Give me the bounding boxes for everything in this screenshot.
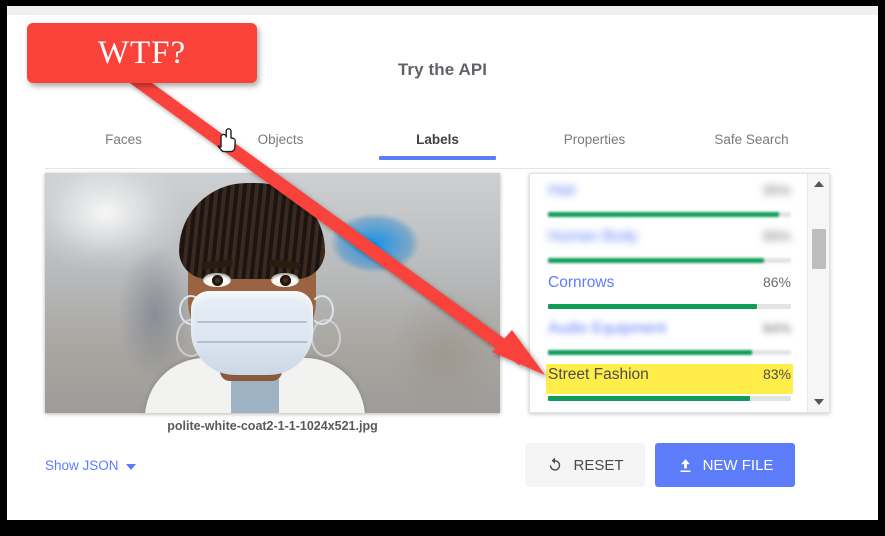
label-score: 89% <box>762 228 791 244</box>
labels-scrollbar[interactable] <box>807 174 829 412</box>
tab-labels[interactable]: Labels <box>359 123 516 160</box>
chevron-down-icon <box>125 463 136 470</box>
label-score: 86% <box>762 274 791 290</box>
analysis-content: polite-white-coat2-1-1-1024x521.jpg Hair… <box>45 173 830 433</box>
show-json-label: Show JSON <box>45 458 119 473</box>
label-name: Cornrows <box>548 274 615 291</box>
upload-icon <box>680 458 691 472</box>
photo-eye-left <box>203 273 231 287</box>
label-score: 83% <box>762 366 791 382</box>
wtf-callout: WTF? <box>27 23 257 83</box>
label-row[interactable]: Audio Equipment 84% <box>546 318 793 364</box>
label-bar-fill <box>548 304 757 309</box>
tab-safe-search[interactable]: Safe Search <box>673 123 830 159</box>
show-json-toggle[interactable]: Show JSON <box>45 458 136 473</box>
label-name: Street Fashion <box>548 366 649 383</box>
new-file-label: NEW FILE <box>702 456 774 474</box>
photo-hoop-earring-right <box>311 319 341 357</box>
label-row-text: Hair 95% <box>546 180 793 210</box>
photo-eye-right <box>271 273 299 287</box>
label-score: 84% <box>762 320 791 336</box>
tab-properties[interactable]: Properties <box>516 123 673 159</box>
label-row-text: Audio Equipment 84% <box>546 318 793 348</box>
uploaded-image-preview[interactable] <box>45 173 500 413</box>
try-the-api-page: Try the API Faces Objects Labels Propert… <box>7 15 878 520</box>
labels-list: Hair 95% Human Body 89% Cornrows 86% Aud… <box>530 174 807 412</box>
scroll-up-icon[interactable] <box>808 174 829 194</box>
label-row[interactable]: Cornrows 86% <box>546 272 793 318</box>
tab-objects-label: Objects <box>257 132 304 147</box>
label-row-highlighted[interactable]: Street Fashion 83% <box>546 364 793 410</box>
tab-objects[interactable]: Objects <box>202 123 359 159</box>
label-bar-fill <box>548 212 779 217</box>
label-bar-track <box>548 304 791 309</box>
screenshot-frame: Try the API Faces Objects Labels Propert… <box>0 0 885 536</box>
photo-mask-strap-right <box>310 295 334 325</box>
label-name: Audio Equipment <box>548 320 667 337</box>
reset-button[interactable]: RESET <box>525 443 645 487</box>
wtf-callout-text: WTF? <box>97 34 187 71</box>
tab-faces-label: Faces <box>105 132 142 147</box>
label-bar-track <box>548 396 791 401</box>
label-bar-fill <box>548 396 750 401</box>
tab-safe-search-label: Safe Search <box>714 132 789 147</box>
label-bar-fill <box>548 350 753 355</box>
photo-image <box>45 173 500 413</box>
label-bar-track <box>548 258 791 263</box>
label-row[interactable]: Hair 95% <box>546 180 793 226</box>
label-row-text: Human Body 89% <box>546 226 793 256</box>
new-file-button[interactable]: NEW FILE <box>655 443 795 487</box>
refresh-icon <box>550 457 561 471</box>
photo-surgical-mask <box>191 291 313 375</box>
reset-label: RESET <box>573 456 624 474</box>
scroll-down-icon[interactable] <box>808 392 829 412</box>
tab-labels-label: Labels <box>416 132 459 147</box>
label-row-text: Street Fashion 83% <box>546 364 793 394</box>
labels-results-panel: Hair 95% Human Body 89% Cornrows 86% Aud… <box>529 173 830 413</box>
label-score: 95% <box>762 182 791 198</box>
tab-properties-label: Properties <box>563 132 626 147</box>
label-row-text: Cornrows 86% <box>546 272 793 302</box>
image-filename: polite-white-coat2-1-1-1024x521.jpg <box>167 419 378 433</box>
tab-faces[interactable]: Faces <box>45 123 202 159</box>
label-name: Human Body <box>548 228 638 245</box>
label-row[interactable]: Human Body 89% <box>546 226 793 272</box>
label-bar-track <box>548 212 791 217</box>
label-bar-fill <box>548 258 765 263</box>
tab-bar: Faces Objects Labels Properties Safe Sea… <box>45 123 830 169</box>
label-name: Hair <box>548 182 577 199</box>
label-bar-track <box>548 350 791 355</box>
scrollbar-thumb[interactable] <box>812 229 826 269</box>
